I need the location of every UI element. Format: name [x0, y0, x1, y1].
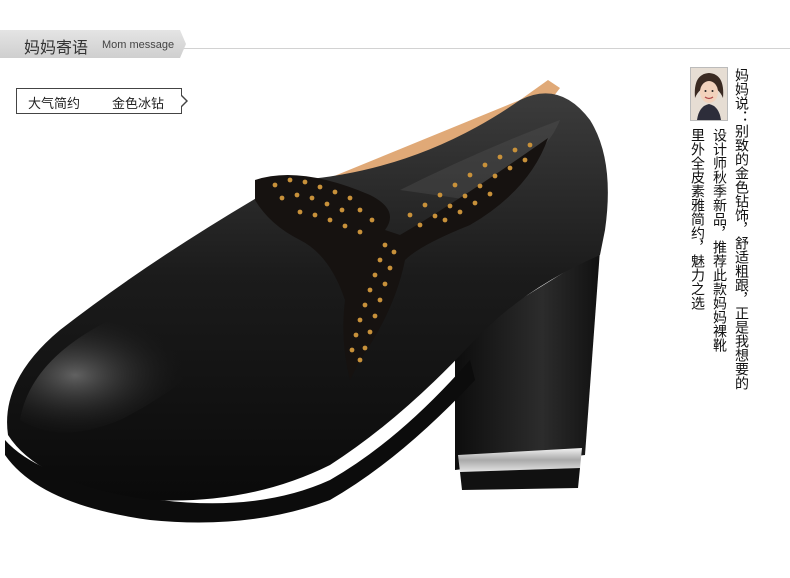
- product-shoe-image: [5, 80, 608, 523]
- mom-note-line-2: 设计师秋季新品，推荐此款妈妈裸靴: [711, 128, 727, 352]
- section-subtitle: Mom message: [102, 39, 175, 51]
- mom-note-line-1: 妈妈说：别致的金色钻饰，舒适粗跟，正是我想要的: [733, 68, 749, 390]
- mom-note-line-3: 里外全皮素雅简约，魅力之选: [689, 128, 705, 310]
- section-title: 妈妈寄语: [24, 38, 89, 57]
- mom-avatar: [690, 67, 728, 121]
